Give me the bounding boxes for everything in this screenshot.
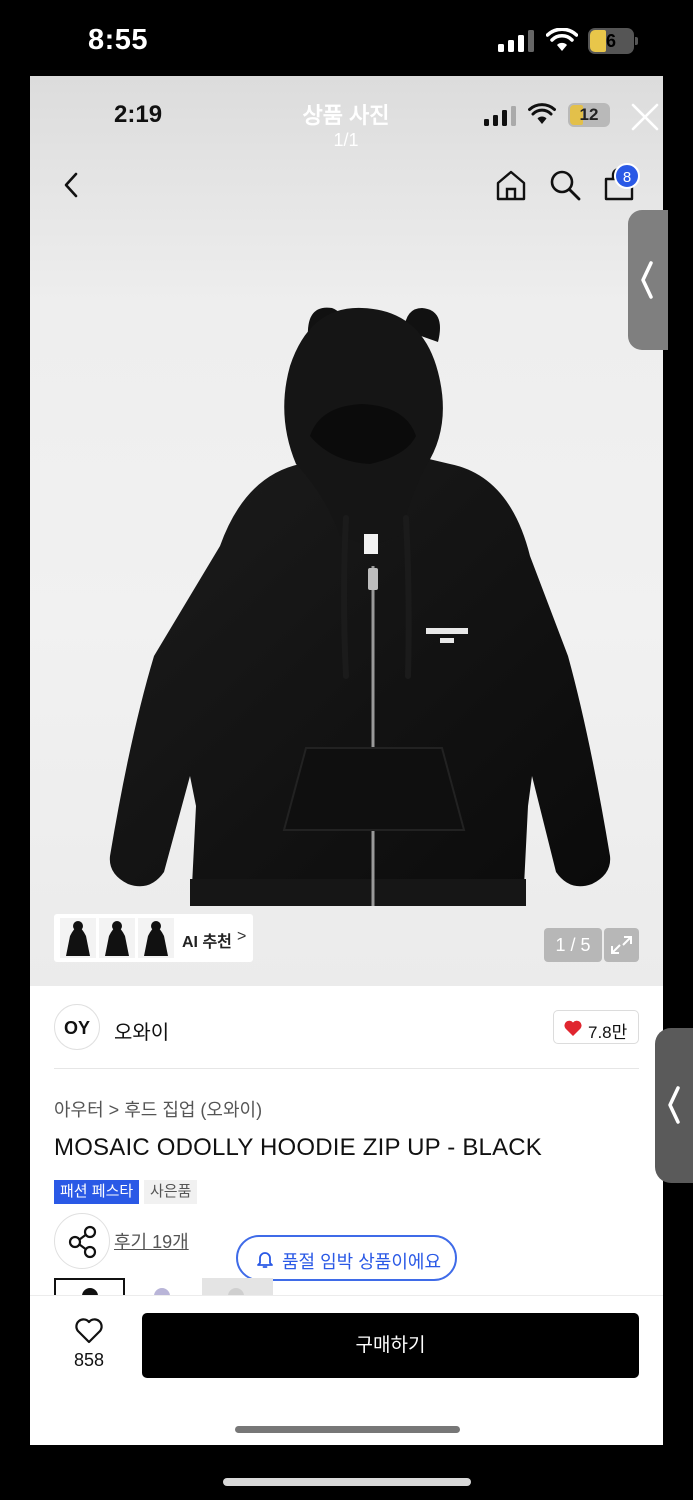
heart-icon	[564, 1020, 582, 1036]
home-icon[interactable]	[494, 168, 528, 202]
bottom-action-bar: 858 구매하기	[30, 1295, 663, 1445]
cellular-signal-icon	[484, 106, 516, 126]
seller-logo[interactable]: OY	[54, 1004, 100, 1050]
chevron-left-icon	[668, 1086, 680, 1124]
chevron-right-icon: >	[237, 928, 247, 945]
cellular-signal-icon	[498, 30, 534, 52]
wifi-icon	[546, 28, 578, 51]
review-link[interactable]: 후기 19개	[114, 1228, 189, 1254]
wifi-icon	[528, 103, 556, 124]
brand-like-count: 7.8만	[588, 1023, 628, 1042]
share-icon	[68, 1225, 97, 1259]
search-icon[interactable]	[548, 168, 582, 202]
home-indicator	[235, 1426, 460, 1433]
divider	[54, 1068, 639, 1069]
wish-count: 858	[73, 1350, 105, 1370]
outer-clock: 8:55	[88, 24, 149, 56]
thumbnail-image[interactable]	[99, 918, 135, 958]
expand-icon[interactable]	[604, 928, 639, 962]
product-title: MOSAIC ODOLLY HOODIE ZIP UP - BLACK	[54, 1134, 543, 1161]
seller-name[interactable]: 오와이	[114, 1016, 169, 1045]
close-icon[interactable]	[630, 102, 660, 132]
cart-badge: 8	[614, 163, 640, 189]
outer-status-bar: 8:55 6	[0, 0, 693, 76]
ai-recommendation-strip[interactable]: AI 추천 >	[54, 914, 253, 962]
app-screenshot: 2:19 12 상품 사진 1/1 8 AI 추천 > 1 / 5 OY 오와이…	[30, 76, 663, 1445]
bell-icon	[257, 1252, 273, 1268]
buy-button[interactable]: 구매하기	[142, 1313, 639, 1378]
heart-outline-icon[interactable]	[74, 1317, 104, 1345]
brand-like-button[interactable]: 7.8만	[553, 1010, 639, 1044]
product-image	[109, 307, 611, 906]
viewer-count: 1/1	[333, 130, 359, 150]
side-panel-handle[interactable]	[655, 1028, 693, 1183]
ai-recommend-label: AI 추천	[182, 934, 232, 951]
viewer-title: 상품 사진	[302, 103, 390, 128]
soldout-notice: 품절 임박 상품이에요	[236, 1235, 457, 1281]
battery-level: 6	[605, 31, 616, 51]
share-button[interactable]	[54, 1213, 110, 1269]
fashion-festa-badge: 패션 페스타	[54, 1180, 140, 1204]
thumbnail-image[interactable]	[138, 918, 174, 958]
chevron-left-icon	[641, 261, 653, 299]
inner-clock: 2:19	[114, 101, 163, 128]
battery-level: 12	[579, 105, 599, 124]
battery-icon: 6	[588, 28, 638, 54]
battery-icon: 12	[568, 103, 616, 127]
gift-badge: 사은품	[144, 1180, 198, 1204]
product-photo-area[interactable]: 2:19 12 상품 사진 1/1 8 AI 추천 > 1 / 5	[30, 76, 663, 986]
image-page-indicator: 1 / 5	[544, 928, 602, 962]
side-panel-handle[interactable]	[628, 210, 668, 350]
thumbnail-image[interactable]	[60, 918, 96, 958]
back-icon[interactable]	[60, 170, 84, 200]
home-indicator	[223, 1478, 471, 1486]
soldout-text: 품절 임박 상품이에요	[282, 1252, 442, 1272]
category-breadcrumb[interactable]: 아우터 > 후드 집업 (오와이)	[54, 1096, 262, 1122]
